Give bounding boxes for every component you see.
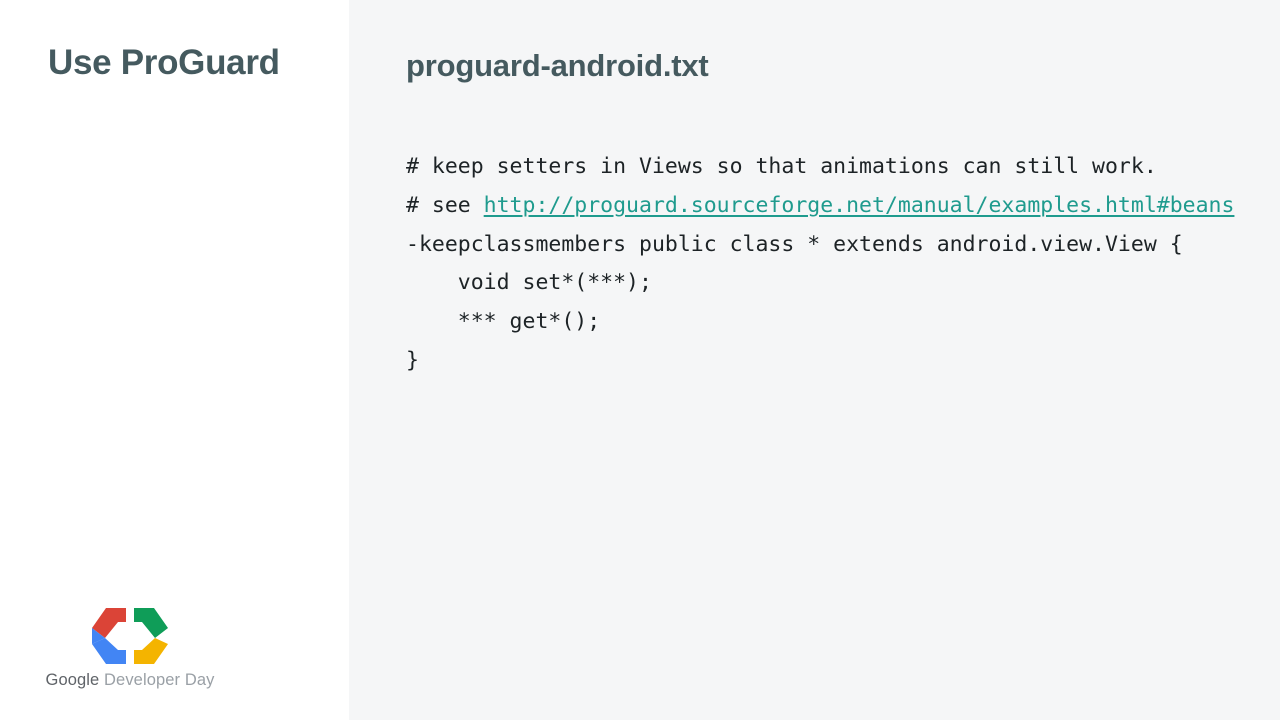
code-block: # keep setters in Views so that animatio…	[406, 148, 1260, 381]
code-line-void-setter: void set*(***);	[406, 270, 652, 296]
code-line-comment-keep: # keep setters in Views so that animatio…	[406, 154, 1157, 179]
left-panel: Use ProGuard Google Developer Day	[0, 0, 349, 720]
page-title: Use ProGuard	[48, 43, 280, 82]
logo-word-google: Google	[45, 671, 100, 689]
code-file-heading: proguard-android.txt	[406, 48, 709, 83]
gdd-chevron-icon	[92, 608, 168, 664]
logo-wordmark: Google Developer Day	[46, 671, 215, 690]
code-line-getter: *** get*();	[406, 309, 601, 335]
code-line-comment-see: # see	[406, 192, 484, 218]
code-line-closing-brace: }	[406, 347, 419, 373]
google-developer-day-logo: Google Developer Day	[46, 608, 214, 690]
slide-root: Use ProGuard Google Developer Day progua…	[0, 0, 1280, 720]
code-line-keepclassmembers: -keepclassmembers public class * extends…	[406, 231, 1183, 257]
proguard-manual-link[interactable]: http://proguard.sourceforge.net/manual/e…	[484, 193, 1235, 218]
logo-word-developer-day: Developer Day	[99, 671, 215, 689]
right-panel: proguard-android.txt # keep setters in V…	[349, 0, 1280, 720]
